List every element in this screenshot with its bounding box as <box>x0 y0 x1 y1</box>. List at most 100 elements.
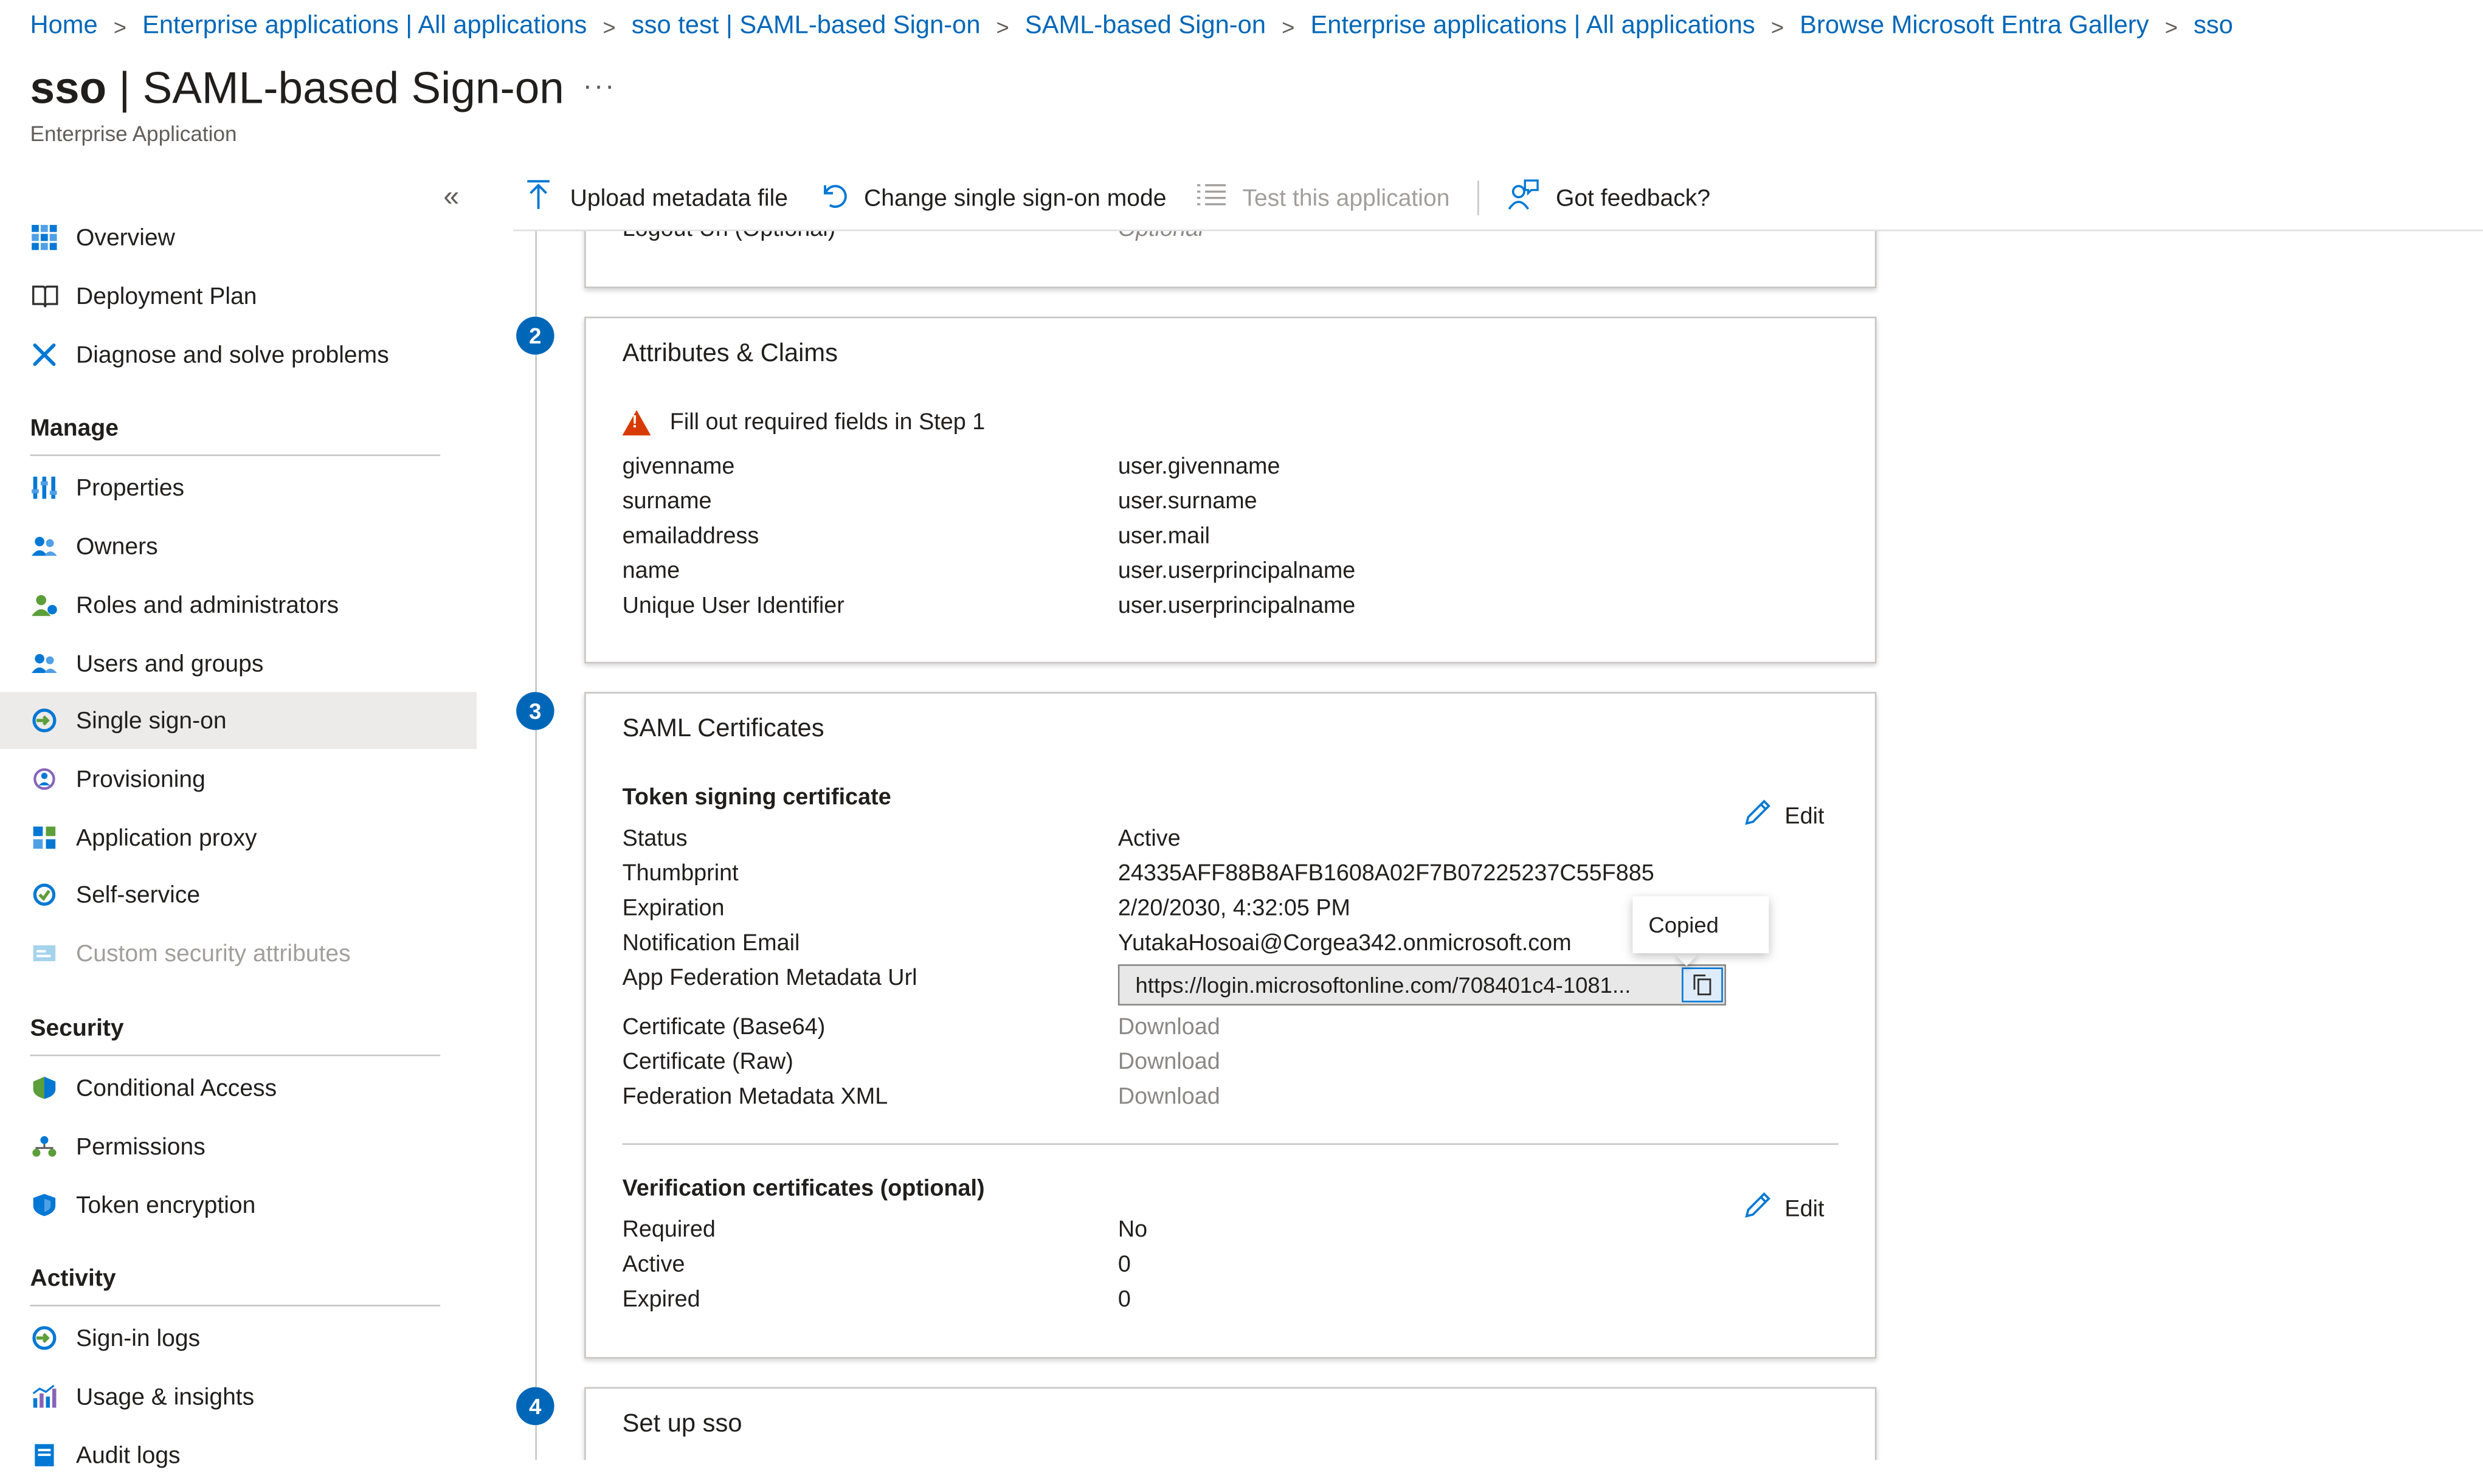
chevron-right-icon: > <box>113 14 127 40</box>
sidebar-item-single-sign-on[interactable]: Single sign-on <box>0 692 477 749</box>
step-2-badge: 2 <box>516 316 554 355</box>
set-up-app-card: Set up sso <box>584 1387 1877 1460</box>
page-subtitle: Enterprise Application <box>30 122 237 146</box>
download-base64-link[interactable]: Download <box>1118 1015 1220 1041</box>
sidebar-item-label: Application proxy <box>76 824 257 851</box>
main-content[interactable]: Logout Url (Optional) Optional 2 Attribu… <box>513 231 2483 1460</box>
sidebar-item-diagnose[interactable]: Diagnose and solve problems <box>0 326 477 384</box>
sidebar-item-owners[interactable]: Owners <box>0 518 477 575</box>
sidebar-item-label: Properties <box>76 474 185 502</box>
sidebar-item-usage-insights[interactable]: Usage & insights <box>0 1368 477 1425</box>
attributes-claims-title: Attributes & Claims <box>622 340 838 368</box>
provisioning-icon <box>30 765 58 793</box>
roles-icon <box>30 591 58 619</box>
sidebar-item-overview[interactable]: Overview <box>0 209 477 266</box>
sidebar-item-label: Diagnose and solve problems <box>76 341 389 368</box>
warning-text: Fill out required fields in Step 1 <box>669 410 986 436</box>
verification-certs-title: Verification certificates (optional) <box>622 1176 985 1202</box>
card-divider <box>622 1143 1839 1145</box>
steps-timeline <box>535 231 537 1460</box>
pencil-icon <box>1744 1191 1772 1227</box>
sidebar-divider <box>30 454 441 457</box>
step-3-badge: 3 <box>516 692 554 730</box>
sidebar-item-application-proxy[interactable]: Application proxy <box>0 809 477 866</box>
upload-metadata-button[interactable]: Upload metadata file <box>523 178 789 218</box>
sidebar-item-token-encryption[interactable]: Token encryption <box>0 1176 477 1234</box>
sidebar-divider <box>30 1054 441 1057</box>
copy-icon[interactable] <box>1682 967 1723 1003</box>
claim-value: user.userprincipalname <box>1117 593 1356 619</box>
sidebar-item-label: Deployment Plan <box>76 282 257 310</box>
sidebar-item-audit-logs[interactable]: Audit logs <box>0 1427 477 1484</box>
upload-metadata-label: Upload metadata file <box>570 184 789 212</box>
breadcrumb-saml-sign-on[interactable]: SAML-based Sign-on <box>1025 13 1266 41</box>
pencil-icon <box>1744 798 1772 835</box>
saml-certificates-title: SAML Certificates <box>622 716 824 743</box>
properties-icon <box>30 474 58 502</box>
chevron-right-icon: > <box>996 14 1009 40</box>
breadcrumb-sso[interactable]: sso <box>2194 13 2233 41</box>
page-title-rest: | SAML-based Sign-on <box>106 63 564 112</box>
claim-value: user.mail <box>1117 524 1210 550</box>
test-application-label: Test this application <box>1242 184 1450 212</box>
saml-certificates-card: SAML Certificates Token signing certific… <box>584 692 1877 1359</box>
thumbprint-value: 24335AFF88B8AFB1608A02F7B07225237C55F885 <box>1117 861 1654 887</box>
toolbar-separator <box>1478 180 1480 216</box>
edit-label: Edit <box>1784 803 1825 829</box>
sidebar-item-users-groups[interactable]: Users and groups <box>0 635 477 692</box>
status-label: Status <box>622 826 688 852</box>
more-options-icon[interactable]: ··· <box>582 70 616 103</box>
sidebar-section-manage: Manage <box>30 415 119 442</box>
book-icon <box>30 282 58 311</box>
claim-name: emailaddress <box>622 524 759 550</box>
edit-verification-button[interactable]: Edit <box>1744 1191 1824 1227</box>
sidebar-item-roles[interactable]: Roles and administrators <box>0 576 477 633</box>
sidebar-item-deployment-plan[interactable]: Deployment Plan <box>0 267 477 325</box>
sidebar-item-self-service[interactable]: Self-service <box>0 866 477 923</box>
got-feedback-button[interactable]: Got feedback? <box>1508 178 1710 218</box>
claim-value: user.userprincipalname <box>1117 559 1356 585</box>
sidebar-item-label: Single sign-on <box>76 706 227 734</box>
sidebar-item-label: Token encryption <box>76 1191 256 1219</box>
sidebar-item-provisioning[interactable]: Provisioning <box>0 751 477 808</box>
required-value: No <box>1117 1217 1148 1243</box>
claim-name: Unique User Identifier <box>622 593 844 619</box>
sidebar-item-label: Custom security attributes <box>76 939 351 967</box>
claim-name: name <box>622 559 680 585</box>
sidebar-item-label: Sign-in logs <box>76 1324 201 1352</box>
upload-icon <box>523 178 554 218</box>
undo-icon <box>817 180 848 216</box>
breadcrumb-gallery[interactable]: Browse Microsoft Entra Gallery <box>1800 13 2149 41</box>
sidebar-item-conditional-access[interactable]: Conditional Access <box>0 1059 477 1116</box>
breadcrumb-enterprise-apps-2[interactable]: Enterprise applications | All applicatio… <box>1310 13 1755 41</box>
required-label: Required <box>622 1217 716 1243</box>
test-application-button[interactable]: Test this application <box>1195 181 1449 215</box>
breadcrumb-sso-test[interactable]: sso test | SAML-based Sign-on <box>632 13 981 41</box>
logout-url-value: Optional <box>1118 231 1204 242</box>
warning-icon: ! <box>622 410 651 436</box>
sidebar-item-label: Roles and administrators <box>76 591 339 619</box>
download-raw-link[interactable]: Download <box>1118 1050 1220 1075</box>
notification-email-label: Notification Email <box>622 931 800 957</box>
app-proxy-icon <box>30 823 58 852</box>
expired-label: Expired <box>622 1287 700 1313</box>
federation-url-field[interactable]: https://login.microsoftonline.com/708401… <box>1117 964 1727 1006</box>
breadcrumb-home[interactable]: Home <box>30 13 97 41</box>
custom-attributes-icon <box>30 939 58 968</box>
sidebar-item-custom-security-attributes[interactable]: Custom security attributes <box>0 925 477 982</box>
users-groups-icon <box>30 649 58 678</box>
change-sso-mode-button[interactable]: Change single sign-on mode <box>817 180 1167 216</box>
change-sso-mode-label: Change single sign-on mode <box>864 184 1167 212</box>
sidebar-item-properties[interactable]: Properties <box>0 459 477 516</box>
sidebar-item-label: Audit logs <box>76 1441 181 1469</box>
download-xml-link[interactable]: Download <box>1118 1085 1220 1110</box>
cert-raw-label: Certificate (Raw) <box>622 1049 793 1075</box>
sidebar-item-permissions[interactable]: Permissions <box>0 1118 477 1175</box>
claim-value: user.surname <box>1117 489 1257 515</box>
breadcrumb-enterprise-apps[interactable]: Enterprise applications | All applicatio… <box>142 13 587 41</box>
wrench-icon <box>30 340 58 369</box>
sidebar-item-sign-in-logs[interactable]: Sign-in logs <box>0 1310 477 1367</box>
sidebar-item-label: Users and groups <box>76 650 264 677</box>
edit-token-signing-button[interactable]: Edit <box>1744 798 1825 835</box>
copied-tooltip: Copied <box>1632 896 1769 953</box>
